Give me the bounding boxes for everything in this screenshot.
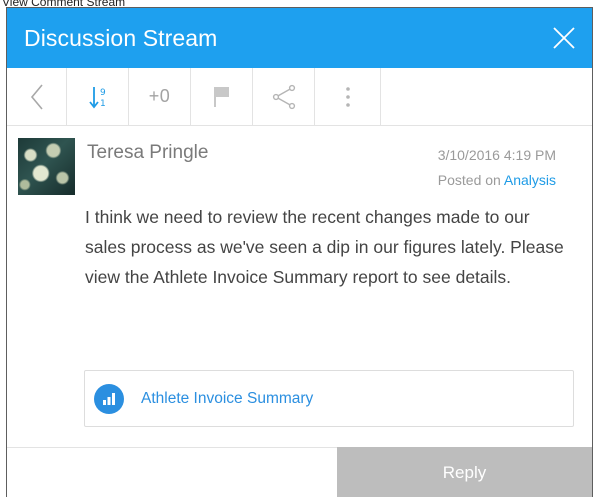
svg-text:1: 1	[100, 99, 106, 109]
flag-icon	[213, 86, 229, 107]
comment-toolbar: 9 1 +0	[7, 68, 592, 126]
sort-numeric-icon: 9 1	[88, 86, 106, 109]
attached-report-link[interactable]: Athlete Invoice Summary	[84, 370, 574, 427]
comment-item: Teresa Pringle 3/10/2016 4:19 PM Posted …	[7, 126, 592, 444]
report-icon-badge	[94, 383, 124, 414]
panel-footer: Reply	[7, 447, 592, 497]
close-icon	[553, 27, 575, 49]
reply-button[interactable]: Reply	[337, 447, 592, 497]
share-button[interactable]	[253, 68, 315, 125]
bar-chart-icon	[103, 392, 115, 405]
reply-input-area[interactable]	[7, 447, 337, 497]
sort-button[interactable]: 9 1	[67, 68, 129, 125]
svg-text:9: 9	[100, 88, 106, 98]
posted-on-label: Posted on	[437, 172, 501, 188]
posted-on: Posted on Analysis	[438, 172, 556, 188]
panel-header: Discussion Stream	[7, 8, 592, 68]
like-count: +0	[148, 86, 171, 106]
discussion-stream-panel: Discussion Stream 9 1 +0 Teresa Pringle …	[6, 7, 593, 497]
chevron-left-icon	[30, 83, 43, 110]
more-vertical-icon	[345, 86, 350, 107]
share-icon	[272, 84, 295, 109]
close-button[interactable]	[550, 24, 578, 52]
panel-title: Discussion Stream	[24, 24, 218, 51]
comment-author: Teresa Pringle	[87, 142, 209, 163]
comment-timestamp: 3/10/2016 4:19 PM	[437, 147, 556, 163]
flag-button[interactable]	[191, 68, 253, 125]
more-options-button[interactable]	[315, 68, 381, 125]
back-button[interactable]	[7, 68, 67, 125]
posted-on-link[interactable]: Analysis	[504, 172, 556, 188]
comment-text: I think we need to review the recent cha…	[85, 207, 564, 287]
attached-report-label: Athlete Invoice Summary	[141, 389, 314, 407]
avatar[interactable]	[18, 138, 75, 195]
like-button[interactable]: +0	[129, 68, 191, 125]
